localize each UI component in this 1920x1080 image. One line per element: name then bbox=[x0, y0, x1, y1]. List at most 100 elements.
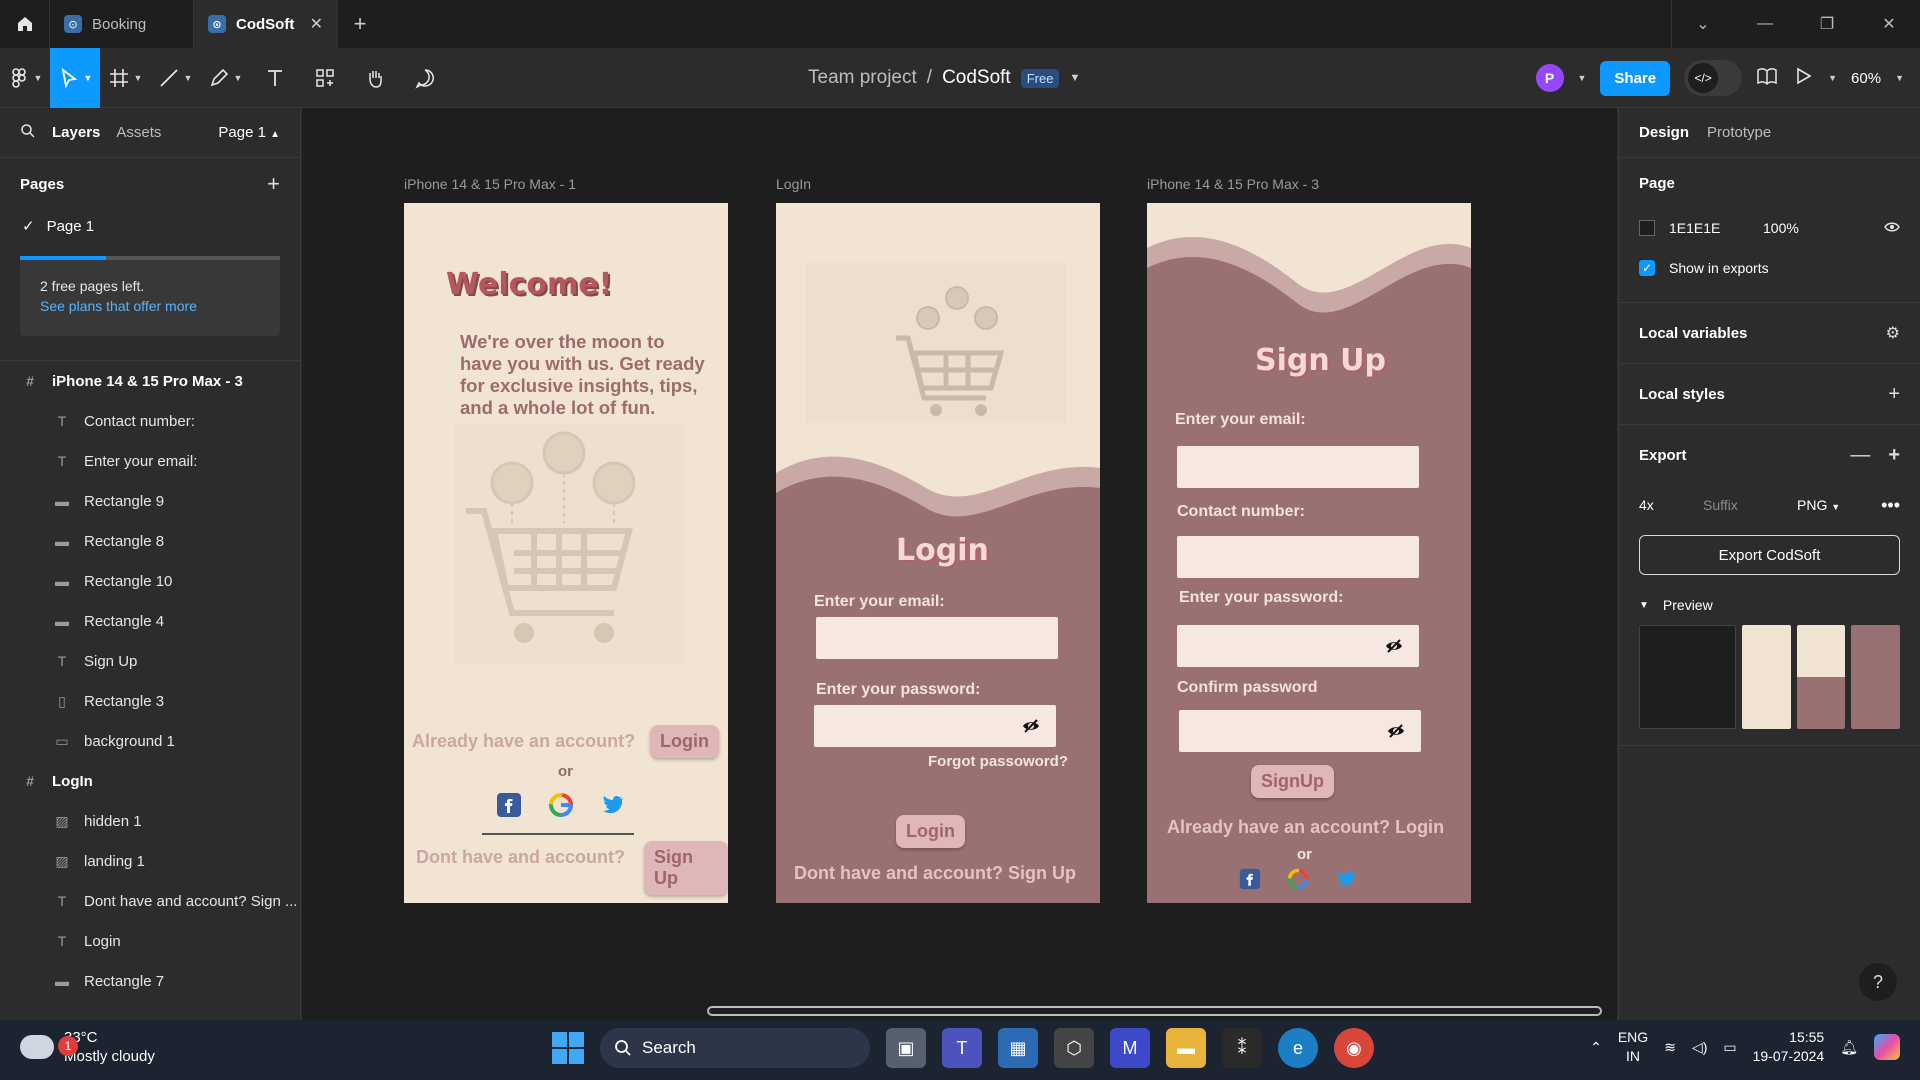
task-view-icon[interactable]: ▣ bbox=[886, 1028, 926, 1068]
frame-label[interactable]: iPhone 14 & 15 Pro Max - 3 bbox=[1147, 176, 1319, 192]
eye-off-icon[interactable] bbox=[1385, 637, 1403, 655]
new-tab-button[interactable]: + bbox=[338, 0, 382, 48]
file-name[interactable]: CodSoft bbox=[942, 67, 1011, 89]
signup-button[interactable]: Sign Up bbox=[644, 841, 728, 895]
tab-design[interactable]: Design bbox=[1639, 124, 1689, 141]
page-opacity-value[interactable]: 100% bbox=[1763, 220, 1799, 236]
confirm-password-field[interactable] bbox=[1179, 710, 1421, 752]
google-icon[interactable] bbox=[1287, 868, 1309, 890]
layer-frame[interactable]: # iPhone 14 & 15 Pro Max - 3 bbox=[0, 361, 300, 401]
chevron-down-icon[interactable]: ▼ bbox=[1069, 72, 1080, 84]
layer-item[interactable]: ▬ Rectangle 4 bbox=[0, 601, 300, 641]
file-explorer-icon[interactable]: ▬ bbox=[1166, 1028, 1206, 1068]
login-button[interactable]: Login bbox=[650, 725, 719, 758]
frame-label[interactable]: LogIn bbox=[776, 176, 811, 192]
layer-item[interactable]: ▬ Rectangle 8 bbox=[0, 521, 300, 561]
layer-item[interactable]: ▬ Rectangle 9 bbox=[0, 481, 300, 521]
password-field[interactable] bbox=[1177, 625, 1419, 667]
figma-app-icon[interactable]: ⁑ bbox=[1222, 1028, 1262, 1068]
page-selector[interactable]: Page 1 ▲ bbox=[218, 124, 280, 141]
resources-tool-button[interactable] bbox=[300, 48, 350, 108]
login-prompt[interactable]: Already have an account? Login bbox=[1167, 817, 1444, 838]
code-editor-icon[interactable]: M bbox=[1110, 1028, 1150, 1068]
move-tool-button[interactable]: ▼ bbox=[50, 47, 100, 108]
twitter-icon[interactable] bbox=[1335, 868, 1357, 890]
present-icon[interactable] bbox=[1792, 65, 1814, 92]
eye-off-icon[interactable] bbox=[1387, 722, 1405, 740]
signup-prompt[interactable]: Dont have and account? Sign Up bbox=[794, 863, 1076, 884]
layer-item[interactable]: ▭ background 1 bbox=[0, 721, 300, 761]
export-format[interactable]: PNG ▼ bbox=[1797, 497, 1840, 513]
hand-tool-button[interactable] bbox=[350, 48, 400, 108]
add-style-button[interactable]: + bbox=[1888, 383, 1900, 406]
wifi-icon[interactable]: ≋ bbox=[1664, 1039, 1676, 1056]
restore-button[interactable]: ❐ bbox=[1796, 0, 1858, 48]
chevron-down-icon[interactable]: ▼ bbox=[1895, 73, 1904, 83]
home-button[interactable] bbox=[0, 0, 50, 48]
windows-start-icon[interactable] bbox=[552, 1032, 584, 1064]
export-suffix-input[interactable]: Suffix bbox=[1703, 497, 1783, 513]
chevron-down-icon[interactable]: ▼ bbox=[1828, 73, 1837, 83]
chrome-icon[interactable]: ◉ bbox=[1334, 1028, 1374, 1068]
chevron-down-icon[interactable]: ⌄ bbox=[1672, 0, 1734, 48]
close-icon[interactable]: ✕ bbox=[310, 14, 323, 34]
layer-item[interactable]: T Dont have and account? Sign ... bbox=[0, 881, 300, 921]
export-button[interactable]: Export CodSoft bbox=[1639, 535, 1900, 575]
edge-icon[interactable]: e bbox=[1278, 1028, 1318, 1068]
local-variables-label[interactable]: Local variables bbox=[1639, 325, 1747, 342]
layer-item[interactable]: T Contact number: bbox=[0, 401, 300, 441]
chevron-down-icon[interactable]: ▼ bbox=[1578, 73, 1587, 83]
eye-icon[interactable] bbox=[1884, 220, 1900, 236]
frame-tool-button[interactable]: ▼ bbox=[100, 48, 150, 108]
add-export-button[interactable]: + bbox=[1888, 444, 1900, 467]
notifications-icon[interactable]: 🔔︎ bbox=[1840, 1039, 1858, 1056]
language-indicator[interactable]: ENG IN bbox=[1618, 1028, 1648, 1066]
google-icon[interactable] bbox=[548, 792, 574, 818]
layer-item[interactable]: T Enter your email: bbox=[0, 441, 300, 481]
remove-export-button[interactable]: — bbox=[1850, 444, 1870, 467]
library-icon[interactable] bbox=[1756, 65, 1778, 92]
sliders-icon[interactable]: ⚙ bbox=[1886, 323, 1900, 343]
forgot-password-link[interactable]: Forgot passoword? bbox=[928, 753, 1068, 770]
taskbar-search[interactable]: Search bbox=[600, 1028, 870, 1068]
add-page-button[interactable]: + bbox=[267, 171, 280, 197]
export-scale[interactable]: 4x bbox=[1639, 497, 1689, 513]
zoom-level[interactable]: 60% bbox=[1851, 70, 1881, 87]
battery-icon[interactable]: ▭ bbox=[1723, 1039, 1736, 1056]
help-button[interactable]: ? bbox=[1859, 963, 1897, 1001]
tab-codsoft[interactable]: ⊙ CodSoft ✕ bbox=[194, 0, 338, 48]
team-name[interactable]: Team project bbox=[808, 67, 917, 89]
tab-prototype[interactable]: Prototype bbox=[1707, 124, 1771, 141]
twitter-icon[interactable] bbox=[600, 792, 626, 818]
color-swatch[interactable] bbox=[1639, 220, 1655, 236]
contact-field[interactable] bbox=[1177, 536, 1419, 578]
page-color-value[interactable]: 1E1E1E bbox=[1669, 220, 1749, 236]
text-tool-button[interactable] bbox=[250, 48, 300, 108]
avatar[interactable]: P bbox=[1535, 64, 1564, 92]
welcome-frame[interactable]: Welcome! We're over the moon to have you… bbox=[404, 203, 728, 903]
layer-item[interactable]: ▬ Rectangle 7 bbox=[0, 961, 300, 1001]
login-button[interactable]: Login bbox=[896, 815, 965, 848]
close-window-button[interactable]: ✕ bbox=[1858, 0, 1920, 48]
email-field[interactable] bbox=[816, 617, 1058, 659]
copilot-icon[interactable] bbox=[1874, 1034, 1900, 1060]
dev-mode-toggle[interactable]: </> bbox=[1684, 60, 1743, 96]
clock[interactable]: 15:55 19-07-2024 bbox=[1753, 1028, 1825, 1066]
email-field[interactable] bbox=[1177, 446, 1419, 488]
share-button[interactable]: Share bbox=[1600, 60, 1671, 96]
layer-item[interactable]: ▯ Rectangle 3 bbox=[0, 681, 300, 721]
volume-icon[interactable]: ◁) bbox=[1692, 1039, 1707, 1056]
horizontal-scrollbar[interactable] bbox=[707, 1006, 1602, 1016]
teams-icon[interactable]: T bbox=[942, 1028, 982, 1068]
search-icon[interactable] bbox=[20, 123, 36, 143]
main-menu-button[interactable]: ▼ bbox=[0, 48, 50, 108]
login-frame[interactable]: Login Enter your email: Enter your passw… bbox=[776, 203, 1100, 903]
facebook-icon[interactable] bbox=[1239, 868, 1261, 890]
canvas[interactable]: iPhone 14 & 15 Pro Max - 1 LogIn iPhone … bbox=[302, 108, 1617, 1020]
preview-toggle[interactable]: ▼ Preview bbox=[1639, 585, 1900, 625]
weather-widget[interactable]: 1 33°C Mostly cloudy bbox=[20, 1028, 155, 1066]
pen-tool-button[interactable]: ▼ bbox=[200, 48, 250, 108]
tab-layers[interactable]: Layers bbox=[52, 124, 100, 141]
layer-item[interactable]: T Sign Up bbox=[0, 641, 300, 681]
eye-off-icon[interactable] bbox=[1022, 717, 1040, 735]
